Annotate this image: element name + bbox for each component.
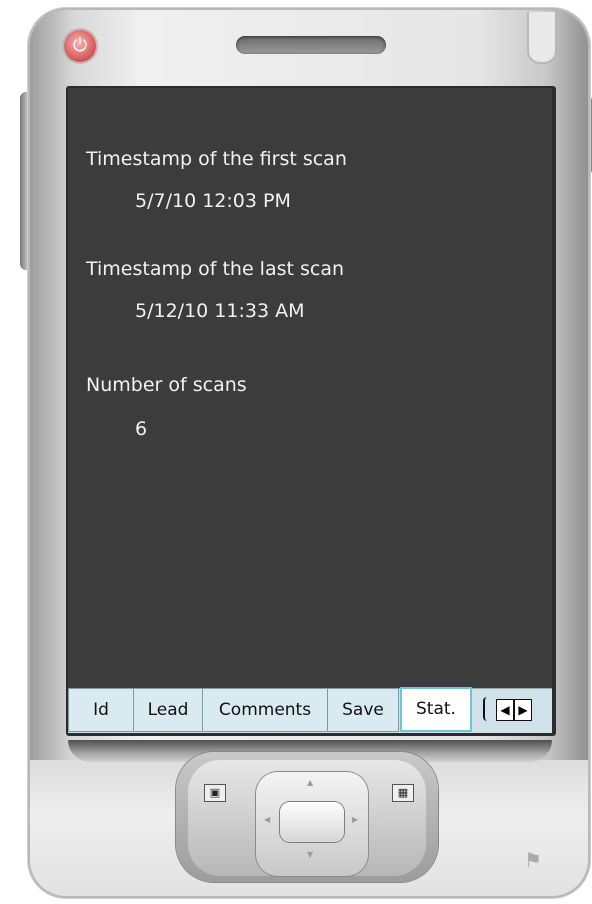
speaker-grille	[236, 36, 386, 54]
dpad-left-icon: ◀	[264, 815, 271, 824]
power-button[interactable]: ⏻	[64, 30, 96, 62]
dpad-up-icon: ▲	[307, 778, 314, 787]
chevron-left-icon: ◀	[500, 703, 510, 717]
right-softkey-button[interactable]: ▦	[392, 784, 414, 802]
tab-scroll-right-button[interactable]: ▶	[514, 699, 532, 721]
last-scan-label: Timestamp of the last scan	[86, 258, 345, 280]
tab-scroll-left-button[interactable]: ◀	[496, 699, 514, 721]
calendar-icon: ▦	[397, 786, 409, 799]
tab-id[interactable]: Id	[68, 688, 134, 732]
dpad-select-button[interactable]	[280, 802, 344, 842]
tab-comments[interactable]: Comments	[202, 688, 328, 732]
power-icon: ⏻	[72, 35, 88, 56]
contacts-icon: ▣	[209, 786, 221, 799]
tab-lead[interactable]: Lead	[133, 688, 203, 732]
chevron-right-icon: ▶	[518, 703, 528, 717]
dpad-down-icon: ▼	[307, 850, 314, 859]
tab-overflow-edge	[483, 697, 491, 721]
stylus-slot	[527, 12, 557, 64]
last-scan-value: 5/12/10 11:33 AM	[135, 300, 305, 322]
dpad-right-icon: ▶	[352, 815, 359, 824]
scan-count-label: Number of scans	[86, 374, 247, 396]
scan-count-value: 6	[135, 418, 148, 440]
tab-stat[interactable]: Stat.	[400, 687, 472, 732]
windows-flag-icon: ⚑	[524, 848, 542, 872]
first-scan-value: 5/7/10 12:03 PM	[135, 190, 291, 212]
tab-save[interactable]: Save	[327, 688, 399, 732]
left-softkey-button[interactable]: ▣	[204, 784, 226, 802]
first-scan-label: Timestamp of the first scan	[86, 148, 347, 170]
